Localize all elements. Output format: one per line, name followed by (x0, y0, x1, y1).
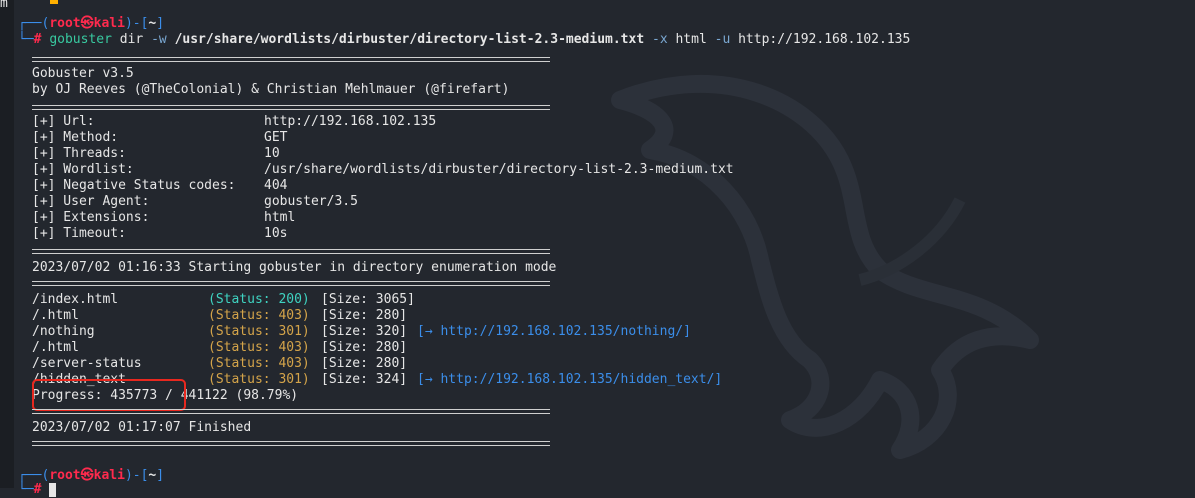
settings-label: [+] Timeout: (32, 226, 126, 241)
settings-label: [+] Wordlist: (32, 162, 134, 177)
result-path: /index.html (32, 292, 119, 307)
prompt-hash: # (33, 482, 42, 497)
settings-value: /usr/share/wordlists/dirbuster/directory… (264, 162, 734, 177)
command-flag-u: -u (714, 32, 731, 47)
left-window-edge: m (0, 0, 14, 488)
command-bin: gobuster (49, 32, 112, 47)
result-path: /.html (32, 308, 79, 323)
command-input-line[interactable]: └─# (18, 482, 57, 498)
prompt-hash-prefix: └─ (18, 32, 34, 47)
command-wordlist: /usr/share/wordlists/dirbuster/directory… (174, 32, 645, 47)
prompt-open: ┌──( (18, 468, 50, 483)
prompt-mid: )-[ (124, 468, 149, 483)
prompt-mid: )-[ (124, 16, 149, 31)
result-path: /server-status (32, 356, 142, 371)
command-url: http://192.168.102.135 (738, 32, 911, 47)
command-sub: dir (119, 32, 144, 47)
text-cursor (49, 482, 57, 497)
prompt-hash: # (33, 32, 42, 47)
prompt-user: root㉿kali (49, 16, 125, 31)
settings-value: 10 (264, 146, 280, 161)
result-status: (Status: 403) (208, 356, 310, 371)
result-status: (Status: 301) (208, 372, 310, 387)
settings-value: 10s (264, 226, 288, 241)
prompt-close: ] (156, 16, 165, 31)
settings-value: gobuster/3.5 (264, 194, 358, 209)
settings-value: GET (264, 130, 288, 145)
command-ext: html (675, 32, 707, 47)
annotation-highlight-box (32, 379, 186, 411)
settings-label: [+] Extensions: (32, 210, 150, 225)
result-status: (Status: 200) (208, 292, 310, 307)
separator-rule (32, 409, 550, 414)
separator-rule (32, 281, 550, 286)
settings-row: [+] Url: (32, 114, 95, 130)
settings-label: [+] Method: (32, 130, 119, 145)
separator-rule (32, 249, 550, 254)
settings-label: [+] Negative Status codes: (32, 178, 236, 193)
result-status: (Status: 403) (208, 340, 310, 355)
start-message: 2023/07/02 01:16:33 Starting gobuster in… (32, 260, 557, 275)
result-size: [Size: 280] (321, 356, 408, 371)
kali-dragon-watermark-icon (611, 74, 1039, 459)
settings-value: http://192.168.102.135 (264, 114, 437, 129)
settings-value: 404 (264, 178, 288, 193)
settings-label: [+] User Agent: (32, 194, 150, 209)
command-flag-w: -w (151, 32, 167, 47)
settings-label: [+] Url: (32, 114, 95, 129)
prompt-open: ┌──( (18, 16, 50, 31)
command-line: └─# gobuster dir -w /usr/share/wordlists… (18, 32, 910, 48)
result-path: /.html (32, 340, 79, 355)
result-redirect-link[interactable]: [→ http://192.168.102.135/nothing/] (417, 324, 691, 340)
banner-authors: by OJ Reeves (@TheColonial) & Christian … (32, 82, 510, 97)
result-status: (Status: 301) (208, 324, 310, 339)
prompt-header: ┌──(root㉿kali)-[~] (18, 16, 164, 32)
prompt-hash-prefix: └─ (18, 482, 34, 497)
result-size: [Size: 3065] (321, 292, 415, 307)
separator-rule (32, 441, 550, 446)
result-size: [Size: 324] (321, 372, 408, 387)
settings-label: [+] Threads: (32, 146, 126, 161)
settings-value: html (264, 210, 296, 225)
result-status: (Status: 403) (208, 308, 310, 323)
result-size: [Size: 280] (321, 308, 408, 323)
prompt-user: root㉿kali (49, 468, 125, 483)
result-size: [Size: 280] (321, 340, 408, 355)
result-path: /nothing (32, 324, 95, 339)
orange-indicator (50, 0, 58, 4)
result-size: [Size: 320] (321, 324, 408, 339)
separator-rule (32, 105, 550, 110)
banner-version: Gobuster v3.5 (32, 66, 134, 81)
left-edge-glyph: m (0, 0, 8, 11)
command-flag-x: -x (652, 32, 668, 47)
prompt-close: ] (156, 468, 165, 483)
result-redirect-link[interactable]: [→ http://192.168.102.135/hidden_text/] (417, 372, 722, 388)
separator-rule (32, 57, 550, 62)
finish-message: 2023/07/02 01:17:07 Finished (32, 420, 252, 435)
